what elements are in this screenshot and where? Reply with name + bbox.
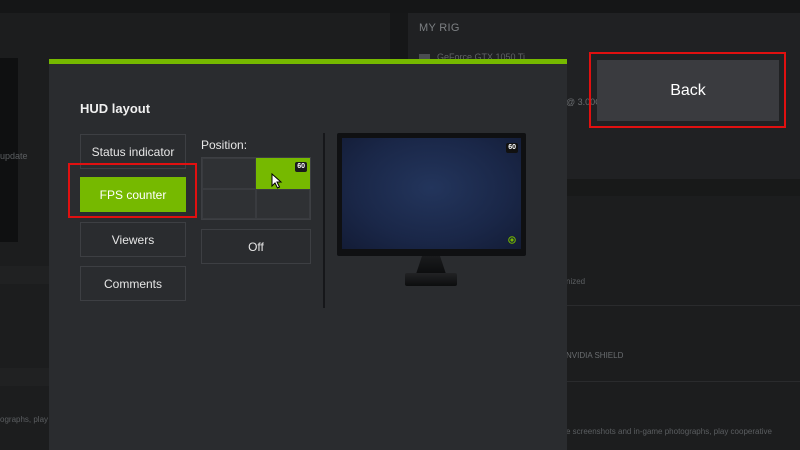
monitor-screen: 60: [342, 138, 521, 249]
position-top-right[interactable]: 60: [256, 158, 310, 189]
background-right-text: nized: [566, 277, 586, 286]
my-rig-side-strip: [390, 13, 408, 59]
background-right-text: e screenshots and in-game photographs, p…: [566, 427, 772, 436]
position-bottom-left[interactable]: [202, 188, 256, 219]
position-grid: 60: [201, 157, 311, 220]
option-status-indicator[interactable]: Status indicator: [80, 134, 186, 169]
status-indicator-icon: [508, 236, 516, 244]
position-top-left[interactable]: [202, 158, 256, 189]
my-rig-title: MY RIG: [419, 22, 460, 34]
position-bottom-right[interactable]: [256, 188, 310, 219]
background-right-band: [566, 179, 800, 196]
background-right-text: NVIDIA SHIELD: [566, 351, 624, 360]
back-button[interactable]: Back: [597, 60, 779, 121]
background-left-band: [0, 368, 49, 386]
background-divider: [566, 381, 800, 382]
option-viewers[interactable]: Viewers: [80, 222, 186, 257]
background-divider: [566, 305, 800, 306]
option-fps-counter[interactable]: FPS counter: [80, 177, 186, 212]
background-left-image: [0, 58, 18, 242]
position-label: Position:: [201, 138, 248, 152]
monitor-preview: 60: [337, 133, 526, 256]
option-comments[interactable]: Comments: [80, 266, 186, 301]
background-left-text: update: [0, 151, 28, 161]
position-off-button[interactable]: Off: [201, 229, 311, 264]
hud-layout-dialog: HUD layout Status indicator FPS counter …: [49, 59, 567, 450]
app-topbar: [0, 0, 800, 13]
dialog-title: HUD layout: [80, 101, 151, 116]
monitor-stand-base: [405, 273, 457, 286]
monitor-stand-neck: [416, 256, 446, 274]
background-left-band: [0, 266, 49, 284]
mouse-cursor-icon: [271, 173, 283, 189]
vertical-divider: [323, 133, 325, 308]
preview-fps-badge: 60: [506, 143, 518, 153]
fps-badge: 60: [295, 162, 307, 172]
